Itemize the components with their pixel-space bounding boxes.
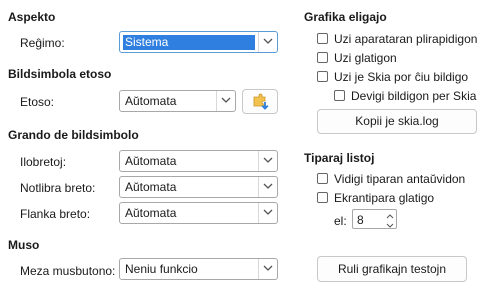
notlibra-value: Aŭtomata [125, 180, 177, 194]
ilobretoj-value: Aŭtomata [125, 154, 177, 168]
spin-down-icon[interactable] [384, 219, 396, 228]
flanka-select[interactable]: Aŭtomata [119, 202, 278, 224]
heading-grando: Grando de bildsimbolo [8, 128, 139, 142]
checkbox-label: Devigi bildigon per Skia [351, 89, 477, 103]
el-value: 8 [357, 213, 364, 227]
meza-musbutono-value: Neniu funkcio [125, 262, 198, 276]
heading-muso: Muso [8, 238, 40, 252]
notlibra-select[interactable]: Aŭtomata [119, 176, 278, 198]
regimo-select[interactable]: Sistema [119, 31, 278, 53]
regimo-label: Reĝimo: [20, 36, 65, 50]
checkbox-label: Vidigi tiparan antaŭvidon [334, 172, 466, 186]
checkbox-ekrantipara-glatigo[interactable]: Ekrantipara glatigo [317, 190, 482, 206]
regimo-value: Sistema [123, 35, 255, 50]
checkbox-tipara-antauvido[interactable]: Vidigi tiparan antaŭvidon [317, 171, 482, 187]
chevron-down-icon [258, 32, 277, 52]
chevron-down-icon [258, 151, 277, 171]
checkbox-label: Uzi je Skia por ĉiu bildigo [334, 70, 469, 84]
checkbox-box[interactable] [317, 52, 328, 63]
checkbox-box[interactable] [317, 71, 328, 82]
checkbox-box[interactable] [334, 90, 345, 101]
ilobretoj-label: Ilobretoj: [20, 155, 67, 169]
checkbox-skia-cxiu-bildigo[interactable]: Uzi je Skia por ĉiu bildigo [317, 69, 482, 85]
copy-skia-log-button[interactable]: Kopii je skia.log [317, 109, 477, 134]
etoso-label: Etoso: [20, 95, 55, 109]
chevron-down-icon [216, 91, 235, 111]
heading-aspekto: Aspekto [8, 10, 56, 24]
flanka-value: Aŭtomata [125, 206, 177, 220]
notlibra-label: Notlibra breto: [20, 181, 96, 195]
checkbox-label: Uzi glatigon [334, 51, 397, 65]
checkbox-label: Ekrantipara glatigo [334, 191, 435, 205]
etoso-select[interactable]: Aŭtomata [119, 90, 236, 112]
flanka-label: Flanka breto: [20, 207, 91, 221]
checkbox-devigi-skia[interactable]: Devigi bildigon per Skia [334, 88, 482, 104]
chevron-down-icon [258, 203, 277, 223]
ruli-grafikajn-testojn-button[interactable]: Ruli grafikajn testojn [317, 256, 467, 282]
heading-grafika-eligajo: Grafika eligajo [304, 10, 387, 24]
heading-bildsimbola-etoso: Bildsimbola etoso [8, 67, 112, 81]
el-label: el: [334, 214, 347, 228]
heading-tiparaj-listoj: Tiparaj listoj [304, 151, 375, 165]
checkbox-box[interactable] [317, 33, 328, 44]
checkbox-box[interactable] [317, 192, 328, 203]
el-spinbox[interactable]: 8 [352, 209, 397, 229]
puzzle-download-icon [252, 93, 270, 114]
checkbox-label: Uzi aparataran plirapidigon [334, 32, 478, 46]
chevron-down-icon [258, 259, 277, 279]
meza-musbutono-select[interactable]: Neniu funkcio [119, 258, 278, 280]
theme-extension-button[interactable] [242, 89, 278, 114]
etoso-value: Aŭtomata [125, 94, 177, 108]
chevron-down-icon [258, 177, 277, 197]
checkbox-glatigo[interactable]: Uzi glatigon [317, 50, 482, 66]
checkbox-box[interactable] [317, 173, 328, 184]
checkbox-aparatara-plirapidigo[interactable]: Uzi aparataran plirapidigon [317, 31, 482, 47]
spin-up-icon[interactable] [384, 210, 396, 219]
meza-musbutono-label: Meza musbutono: [20, 264, 116, 278]
ilobretoj-select[interactable]: Aŭtomata [119, 150, 278, 172]
